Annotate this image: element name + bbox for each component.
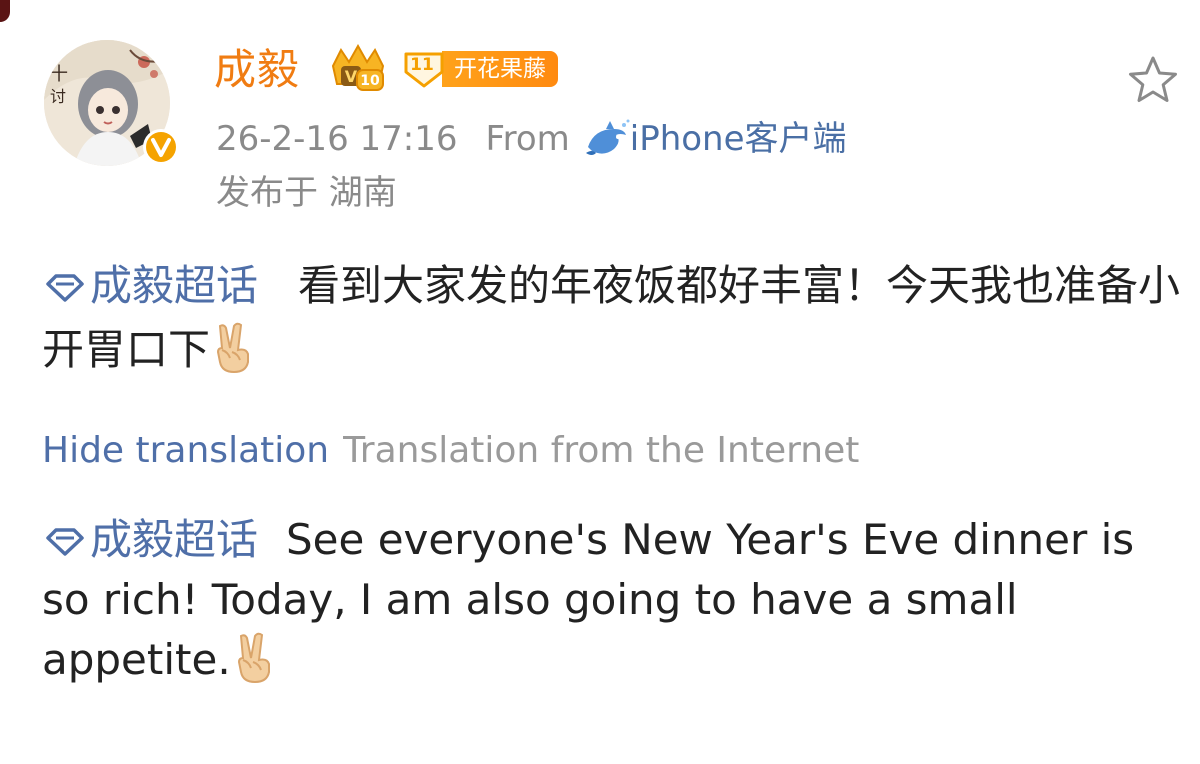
client-link[interactable]: iPhone客户端 <box>630 116 847 162</box>
hide-translation-link[interactable]: Hide translation <box>42 430 329 471</box>
translation-bar: Hide translation Translation from the Int… <box>42 426 859 476</box>
window-corner <box>0 0 10 22</box>
star-outline-icon[interactable] <box>1126 54 1180 106</box>
fan-badge[interactable]: 11 开花果藤 <box>402 50 558 88</box>
translation-source: Translation from the Internet <box>343 430 860 471</box>
victory-hand-emoji <box>231 632 277 684</box>
fan-badge-level: 11 <box>410 55 434 75</box>
translated-topic-label: 成毅超话 <box>90 515 259 564</box>
dolphin-icon <box>584 119 630 159</box>
diamond-topic-icon <box>42 512 88 556</box>
crown-badge-icon[interactable]: V 10 <box>327 44 389 94</box>
fan-badge-level-icon: 11 <box>402 50 446 88</box>
svg-text:十: 十 <box>50 64 68 85</box>
topic-link[interactable]: 成毅超话 <box>42 261 258 310</box>
post-date: 26-2-16 17:16 <box>216 119 458 159</box>
fan-badge-label: 开花果藤 <box>442 51 558 87</box>
username[interactable]: 成毅 <box>214 42 300 98</box>
avatar-container[interactable]: 十 讨 <box>44 40 179 168</box>
post-meta: 26-2-16 17:16 From iPhone客户端 <box>216 116 847 162</box>
victory-hand-emoji <box>210 322 256 374</box>
from-label: From <box>485 119 570 159</box>
topic-label: 成毅超话 <box>90 261 259 310</box>
diamond-topic-icon <box>42 256 88 302</box>
post-location: 发布于 湖南 <box>216 173 397 213</box>
svg-text:讨: 讨 <box>50 87 66 106</box>
post-content: 成毅超话 看到大家发的年夜饭都好丰富！今天我也准备小开胃口下 <box>42 254 1182 382</box>
verified-v-icon <box>142 128 180 166</box>
crown-badge-level: 10 <box>360 73 380 89</box>
svg-text:V: V <box>345 67 358 86</box>
translated-content: 成毅超话 See everyone's New Year's Eve dinner… <box>42 510 1182 690</box>
translated-topic-link[interactable]: 成毅超话 <box>42 515 258 564</box>
